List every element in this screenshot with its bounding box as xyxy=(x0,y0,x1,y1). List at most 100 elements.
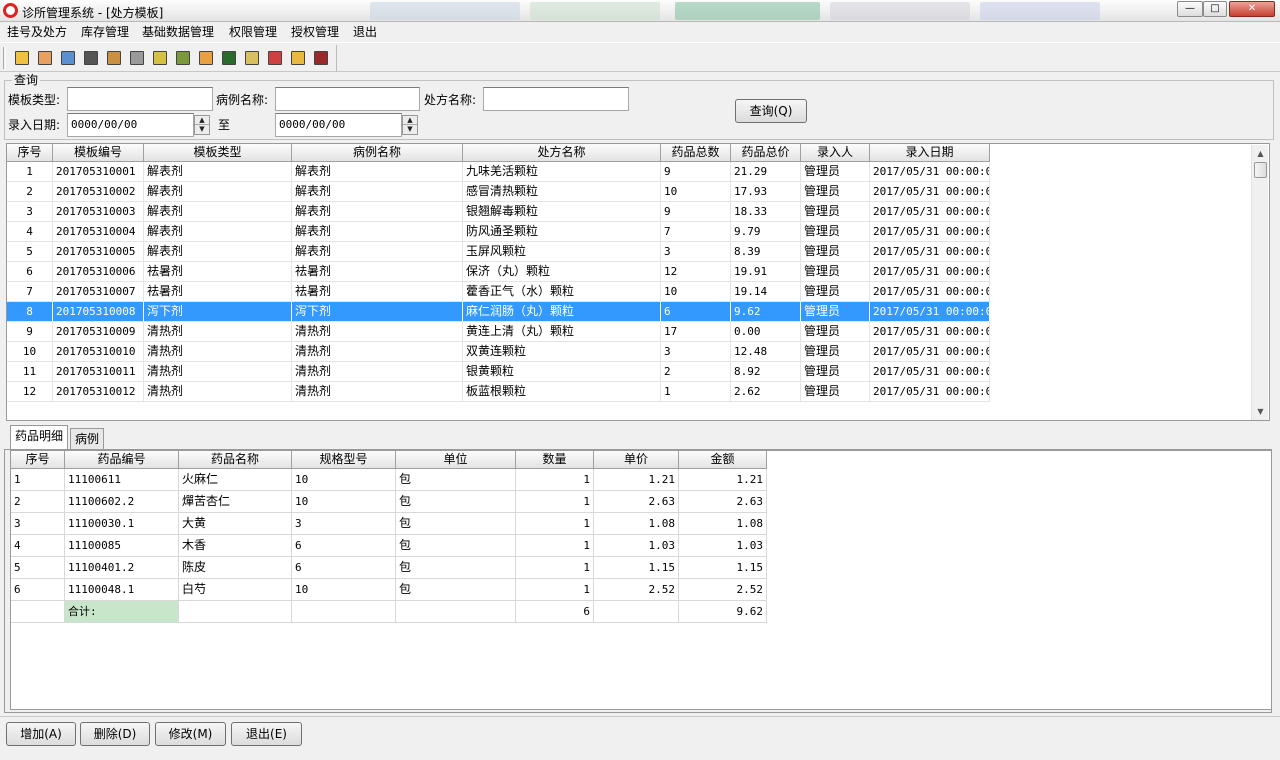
spin-up-arrow-icon[interactable]: ▲ xyxy=(195,116,209,125)
toolbar-button-edit[interactable] xyxy=(58,48,78,68)
scrollbar-thumb[interactable] xyxy=(1254,162,1267,178)
cell-unit: 包 xyxy=(396,469,516,491)
add-button[interactable]: 增加(A) xyxy=(6,722,76,746)
cell-template-id: 201705310003 xyxy=(53,202,144,222)
toolbar-button-import[interactable] xyxy=(288,48,308,68)
column-header-total-price[interactable]: 药品总价 xyxy=(731,144,801,162)
toolbar-button-bank[interactable] xyxy=(81,48,101,68)
date-from-input[interactable]: 0000/00/00 xyxy=(67,113,194,137)
toolbar-button-chart[interactable] xyxy=(265,48,285,68)
template-row[interactable]: 2 201705310002 解表剂 解表剂 感冒清热颗粒 10 17.93 管理员 2017/… xyxy=(7,182,990,202)
column-header-unit-price[interactable]: 单价 xyxy=(594,451,679,469)
template-row-selected[interactable]: 8 201705310008 泻下剂 泻下剂 麻仁润肠（丸）颗粒 6 9.62 管理员 2017… xyxy=(7,302,990,322)
spin-up-arrow-icon[interactable]: ▲ xyxy=(403,116,417,125)
cell-quantity: 1 xyxy=(516,557,594,579)
toolbar-button-exit-door[interactable] xyxy=(311,48,331,68)
template-row[interactable]: 7 201705310007 祛暑剂 祛暑剂 藿香正气（水）颗粒 10 19.14 管理员 20… xyxy=(7,282,990,302)
cell-entry-date: 2017/05/31 00:00:00 xyxy=(870,282,990,302)
template-grid[interactable]: 序号 模板编号 模板类型 病例名称 处方名称 药品总数 药品总价 录入人 录入日期 1 20170… xyxy=(6,143,1270,421)
date-to-spinner[interactable]: ▲ ▼ xyxy=(402,115,418,135)
template-row[interactable]: 9 201705310009 清热剂 清热剂 黄连上清（丸）颗粒 17 0.00 管理员 201… xyxy=(7,322,990,342)
spin-down-arrow-icon[interactable]: ▼ xyxy=(195,125,209,134)
modify-button[interactable]: 修改(M) xyxy=(155,722,226,746)
toolbar-button-report[interactable] xyxy=(219,48,239,68)
cell-drug-name: 木香 xyxy=(179,535,292,557)
prescription-name-input[interactable] xyxy=(483,87,629,111)
cell-unit-price: 1.03 xyxy=(594,535,679,557)
drug-row[interactable]: 2 11100602.2 燀苦杏仁 10 包 1 2.63 2.63 xyxy=(11,491,767,513)
minimize-button[interactable]: — xyxy=(1177,1,1203,17)
date-from-spinner[interactable]: ▲ ▼ xyxy=(194,115,210,135)
cell-unit-price: 2.63 xyxy=(594,491,679,513)
toolbar-button-prescription[interactable] xyxy=(104,48,124,68)
column-header-drug-name[interactable]: 药品名称 xyxy=(179,451,292,469)
toolbar-button-ruler[interactable] xyxy=(150,48,170,68)
cell-template-type: 清热剂 xyxy=(144,382,292,402)
toolbar-button-document[interactable] xyxy=(127,48,147,68)
cell-index: 10 xyxy=(7,342,53,362)
menu-permissions[interactable]: 权限管理 xyxy=(229,24,277,40)
column-header-drug-count[interactable]: 药品总数 xyxy=(661,144,731,162)
drug-row[interactable]: 6 11100048.1 白芍 10 包 1 2.52 2.52 xyxy=(11,579,767,601)
template-row[interactable]: 5 201705310005 解表剂 解表剂 玉屏风颗粒 3 8.39 管理员 2017/05/… xyxy=(7,242,990,262)
template-row[interactable]: 11 201705310011 清热剂 清热剂 银黄颗粒 2 8.92 管理员 2017/05/… xyxy=(7,362,990,382)
cell-drug-code: 11100602.2 xyxy=(65,491,179,513)
cell-spec: 6 xyxy=(292,535,396,557)
template-row[interactable]: 3 201705310003 解表剂 解表剂 银翘解毒颗粒 9 18.33 管理员 2017/0… xyxy=(7,202,990,222)
tab-case[interactable]: 病例 xyxy=(70,428,104,450)
column-header-spec[interactable]: 规格型号 xyxy=(292,451,396,469)
drug-row[interactable]: 4 11100085 木香 6 包 1 1.03 1.03 xyxy=(11,535,767,557)
date-to-input[interactable]: 0000/00/00 xyxy=(275,113,402,137)
maximize-button[interactable]: □ xyxy=(1203,1,1227,17)
column-header-template-id[interactable]: 模板编号 xyxy=(53,144,144,162)
template-row[interactable]: 6 201705310006 祛暑剂 祛暑剂 保济（丸）颗粒 12 19.91 管理员 2017… xyxy=(7,262,990,282)
spin-down-arrow-icon[interactable]: ▼ xyxy=(403,125,417,134)
column-header-case-name[interactable]: 病例名称 xyxy=(292,144,463,162)
cell-total-price: 19.14 xyxy=(731,282,801,302)
cell-drug-count: 3 xyxy=(661,342,731,362)
exit-button[interactable]: 退出(E) xyxy=(231,722,302,746)
scroll-down-arrow-icon[interactable]: ▼ xyxy=(1253,404,1268,419)
column-header-index[interactable]: 序号 xyxy=(11,451,65,469)
menu-exit[interactable]: 退出 xyxy=(353,24,377,40)
cell-entered-by: 管理员 xyxy=(801,242,870,262)
toolbar-button-stamp[interactable] xyxy=(173,48,193,68)
template-row[interactable]: 4 201705310004 解表剂 解表剂 防风通圣颗粒 7 9.79 管理员 2017/05… xyxy=(7,222,990,242)
menu-authorization[interactable]: 授权管理 xyxy=(291,24,339,40)
column-header-quantity[interactable]: 数量 xyxy=(516,451,594,469)
template-row[interactable]: 12 201705310012 清热剂 清热剂 板蓝根颗粒 1 2.62 管理员 2017/05… xyxy=(7,382,990,402)
template-row[interactable]: 10 201705310010 清热剂 清热剂 双黄连颗粒 3 12.48 管理员 2017/0… xyxy=(7,342,990,362)
menu-inventory[interactable]: 库存管理 xyxy=(81,24,129,40)
tab-drug-details[interactable]: 药品明细 xyxy=(10,425,68,451)
toolbar-button-notebook[interactable] xyxy=(242,48,262,68)
column-header-index[interactable]: 序号 xyxy=(7,144,53,162)
query-button[interactable]: 查询(Q) xyxy=(735,99,807,123)
drug-row[interactable]: 3 11100030.1 大黄 3 包 1 1.08 1.08 xyxy=(11,513,767,535)
case-name-input[interactable] xyxy=(275,87,420,111)
toolbar-button-user[interactable] xyxy=(196,48,216,68)
cell-quantity: 1 xyxy=(516,469,594,491)
menu-basic-data[interactable]: 基础数据管理 xyxy=(142,24,214,40)
column-header-template-type[interactable]: 模板类型 xyxy=(144,144,292,162)
total-cell-drug-name xyxy=(179,601,292,623)
close-button[interactable]: ✕ xyxy=(1229,1,1275,17)
template-grid-scrollbar[interactable]: ▲ ▼ xyxy=(1251,145,1268,420)
delete-button[interactable]: 删除(D) xyxy=(80,722,150,746)
column-header-entered-by[interactable]: 录入人 xyxy=(801,144,870,162)
cell-template-id: 201705310005 xyxy=(53,242,144,262)
column-header-amount[interactable]: 金额 xyxy=(679,451,767,469)
column-header-drug-code[interactable]: 药品编号 xyxy=(65,451,179,469)
drug-row[interactable]: 5 11100401.2 陈皮 6 包 1 1.15 1.15 xyxy=(11,557,767,579)
cell-template-id: 201705310010 xyxy=(53,342,144,362)
toolbar-button-table[interactable] xyxy=(35,48,55,68)
drug-detail-grid[interactable]: 序号 药品编号 药品名称 规格型号 单位 数量 单价 金额 1 11100611 火麻仁 10 包 1 1… xyxy=(10,450,1272,710)
column-header-unit[interactable]: 单位 xyxy=(396,451,516,469)
column-header-prescription-name[interactable]: 处方名称 xyxy=(463,144,661,162)
template-type-input[interactable] xyxy=(67,87,213,111)
menu-registration-prescription[interactable]: 挂号及处方 xyxy=(7,24,67,40)
drug-row[interactable]: 1 11100611 火麻仁 10 包 1 1.21 1.21 xyxy=(11,469,767,491)
column-header-entry-date[interactable]: 录入日期 xyxy=(870,144,990,162)
template-row[interactable]: 1 201705310001 解表剂 解表剂 九味羌活颗粒 9 21.29 管理员 2017/0… xyxy=(7,162,990,182)
scroll-up-arrow-icon[interactable]: ▲ xyxy=(1253,146,1268,161)
toolbar-button-register[interactable] xyxy=(12,48,32,68)
